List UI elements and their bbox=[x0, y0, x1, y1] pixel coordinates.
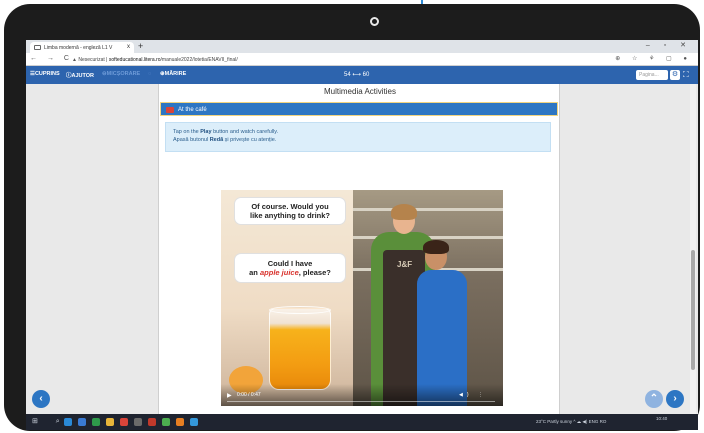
page-input[interactable]: Pagina... bbox=[636, 70, 668, 80]
boy-hair bbox=[423, 240, 449, 254]
address-bar: ← → C ▲ Nesecurizat | softeducational.li… bbox=[26, 53, 698, 66]
taskbar-app-icon[interactable] bbox=[148, 418, 156, 426]
screen: Limba modernă - engleză L1 V x + ‒ ▫ ✕ ←… bbox=[26, 40, 698, 430]
prev-page-button[interactable]: ‹ bbox=[32, 390, 50, 408]
browser-tab[interactable]: Limba modernă - engleză L1 V x bbox=[30, 42, 134, 53]
apron-logo: J&F bbox=[397, 260, 413, 269]
url-field[interactable]: ▲ Nesecurizat | softeducational.litera.r… bbox=[72, 55, 612, 64]
scrollbar-thumb[interactable] bbox=[691, 250, 695, 370]
taskbar-app-icon[interactable] bbox=[92, 418, 100, 426]
camera-icon bbox=[370, 17, 379, 26]
nav-buttons[interactable]: ← → C bbox=[30, 55, 73, 62]
section-title: At the café bbox=[178, 107, 207, 113]
play-icon[interactable]: ▶ bbox=[227, 392, 232, 399]
instruction-en: Tap on the Play button and watch careful… bbox=[173, 129, 279, 135]
video-player[interactable]: J&F Of course. Would you like anything t… bbox=[221, 190, 503, 406]
video-controls: ▶ 0:00 / 0:47 ◀) ⋮ bbox=[221, 384, 503, 406]
waitress-hair bbox=[391, 204, 417, 220]
cuprins-button[interactable]: ☰CUPRINS bbox=[30, 71, 60, 77]
speech-bubble-boy: Could I have an apple juice, please? bbox=[235, 254, 345, 282]
section-header: At the café bbox=[160, 102, 558, 116]
marire-button[interactable]: ⊕MĂRIRE bbox=[160, 71, 186, 77]
window-controls[interactable]: ‒ ▫ ✕ bbox=[646, 41, 692, 49]
taskbar-app-icon[interactable] bbox=[64, 418, 72, 426]
security-label: Nesecurizat bbox=[78, 57, 105, 63]
instruction-box: Tap on the Play button and watch careful… bbox=[165, 122, 551, 152]
start-search-icons[interactable]: ⊞ ⌕ bbox=[32, 417, 68, 426]
video-progress-bar[interactable] bbox=[227, 401, 495, 402]
gear-icon[interactable]: ⚙ bbox=[670, 70, 680, 80]
video-time: 0:00 / 0:47 bbox=[237, 392, 261, 398]
tab-title: Limba modernă - engleză L1 V bbox=[44, 45, 113, 51]
content-area: Multimedia Activities At the café Tap on… bbox=[26, 84, 698, 414]
taskbar-app-icon[interactable] bbox=[106, 418, 114, 426]
activity-panel: Multimedia Activities At the café Tap on… bbox=[158, 84, 560, 414]
taskbar-app-icon[interactable] bbox=[176, 418, 184, 426]
micsorare-button[interactable]: ⊖MICȘORARE bbox=[102, 71, 140, 77]
extension-icons[interactable]: ⊕ ☆ ⚘ ▢ ● bbox=[615, 55, 692, 62]
taskbar-app-icon[interactable] bbox=[190, 418, 198, 426]
volume-menu-icons[interactable]: ◀) ⋮ bbox=[459, 392, 487, 398]
url-domain: softeducational.litera.ro bbox=[108, 57, 161, 63]
juice-glass bbox=[269, 308, 331, 390]
panel-title: Multimedia Activities bbox=[323, 87, 397, 96]
tablet-frame: Limba modernă - engleză L1 V x + ‒ ▫ ✕ ←… bbox=[4, 4, 700, 431]
fullscreen-icon[interactable]: ⛶ bbox=[683, 70, 689, 80]
video-icon bbox=[166, 107, 174, 113]
page-icon bbox=[34, 45, 41, 50]
taskbar-app-icon[interactable] bbox=[78, 418, 86, 426]
page-indicator: 54 ⟷ 60 bbox=[344, 72, 370, 78]
reset-zoom-icon[interactable]: ◌ bbox=[148, 71, 151, 77]
url-path: /manuale2022/lotetia/ENAVII_final/ bbox=[160, 57, 238, 63]
new-tab-button[interactable]: + bbox=[138, 41, 143, 51]
app-toolbar: ☰CUPRINS ⓘAJUTOR ⊖MICȘORARE ◌ ⊕MĂRIRE 54… bbox=[26, 66, 698, 84]
instruction-ro: Apasă butonul Redă și privește cu atenți… bbox=[173, 137, 277, 143]
speech-bubble-waitress: Of course. Would you like anything to dr… bbox=[235, 198, 345, 224]
glass-rim bbox=[269, 306, 331, 314]
taskbar-app-icon[interactable] bbox=[134, 418, 142, 426]
shelf bbox=[353, 208, 503, 211]
next-page-button[interactable]: › bbox=[666, 390, 684, 408]
browser-tab-bar: Limba modernă - engleză L1 V x + ‒ ▫ ✕ bbox=[26, 40, 698, 53]
taskbar-app-icon[interactable] bbox=[162, 418, 170, 426]
ajutor-button[interactable]: ⓘAJUTOR bbox=[66, 71, 94, 79]
system-tray[interactable]: 23°C Partly sunny ^ ☁ ◀) ENG RO bbox=[536, 419, 606, 425]
scroll-top-button[interactable]: ⌃ bbox=[645, 390, 663, 408]
os-taskbar: ⊞ ⌕ 23°C Partly sunny ^ ☁ ◀) ENG RO 10:4… bbox=[26, 414, 698, 430]
clock[interactable]: 10:40 bbox=[656, 416, 667, 422]
taskbar-app-icon[interactable] bbox=[120, 418, 128, 426]
close-tab-icon[interactable]: x bbox=[127, 44, 130, 50]
